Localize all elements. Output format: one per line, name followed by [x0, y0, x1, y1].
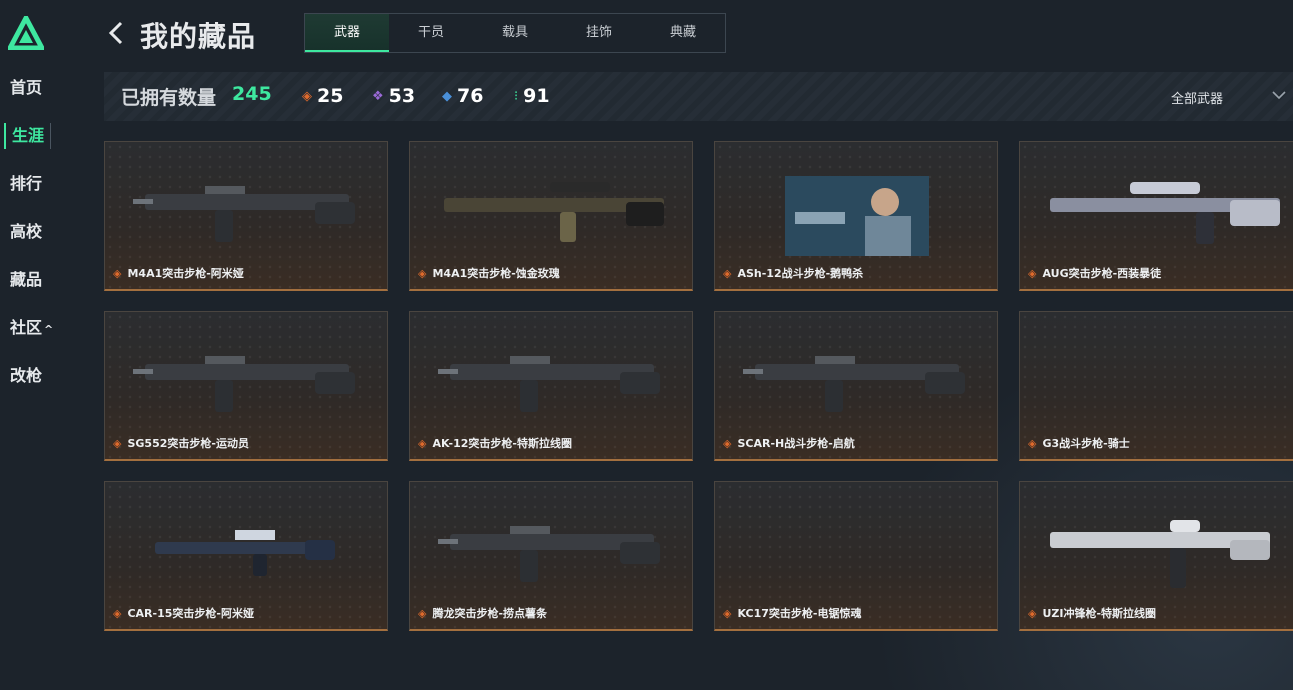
weapon-image — [133, 186, 355, 242]
weapon-card-label: ◈ G3战斗步枪-骑士 — [1028, 435, 1130, 451]
blue-gem-icon: ◆ — [442, 88, 452, 104]
weapon-card[interactable]: ◈ AUG突击步枪-西装暴徒 — [1019, 141, 1293, 291]
owned-count-label: 已拥有数量 — [121, 87, 217, 109]
sidebar-item-college[interactable]: 高校 — [10, 219, 42, 245]
weapon-filter-select[interactable]: 全部武器 — [1171, 88, 1223, 107]
weapon-name: AUG突击步枪-西装暴徒 — [1042, 267, 1162, 280]
tab-charms[interactable]: 挂饰 — [557, 14, 641, 52]
weapon-name: CAR-15突击步枪-阿米娅 — [127, 607, 254, 620]
weapon-image — [1050, 182, 1280, 244]
sidebar-item-ranking[interactable]: 排行 — [10, 171, 42, 197]
weapon-card[interactable]: ◈ KC17突击步枪-电锯惊魂 — [714, 481, 998, 631]
orange-gem-icon: ◈ — [418, 606, 427, 620]
weapon-card-label: ◈ 腾龙突击步枪-捞点薯条 — [418, 605, 547, 621]
weapon-card-label: ◈ ASh-12战斗步枪-鹅鸭杀 — [723, 265, 863, 281]
orange-gem-icon: ◈ — [1028, 606, 1037, 620]
weapon-card-label: ◈ AUG突击步枪-西装暴徒 — [1028, 265, 1161, 281]
weapon-name: M4A1突击步枪-蚀金玫瑰 — [432, 267, 560, 280]
orange-gem-icon: ◈ — [113, 606, 122, 620]
weapon-card[interactable]: ◈ AK-12突击步枪-特斯拉线圈 — [409, 311, 693, 461]
weapon-card-label: ◈ AK-12突击步枪-特斯拉线圈 — [418, 435, 572, 451]
purple-gem-icon: ❖ — [372, 88, 384, 104]
rarity-count-purple: ❖ 53 — [372, 85, 415, 107]
sidebar: 首页 生涯 排行 高校 藏品 社区 ^ 改枪 — [0, 0, 80, 690]
weapon-image — [743, 356, 965, 412]
weapon-card[interactable]: ◈ G3战斗步枪-骑士 — [1019, 311, 1293, 461]
weapon-card-label: ◈ SG552突击步枪-运动员 — [113, 435, 249, 451]
green-gem-icon: ⁝ — [514, 88, 519, 104]
orange-gem-icon: ◈ — [723, 436, 732, 450]
sidebar-item-label: 社区 — [10, 318, 43, 337]
weapon-name: UZI冲锋枪-特斯拉线圈 — [1042, 607, 1157, 620]
weapon-image — [438, 526, 660, 582]
weapon-image — [133, 356, 355, 412]
chevron-down-icon[interactable] — [1271, 89, 1287, 101]
weapon-card-label: ◈ M4A1突击步枪-蚀金玫瑰 — [418, 265, 560, 281]
triangle-logo-icon[interactable] — [8, 16, 44, 50]
tab-vehicles[interactable]: 载具 — [473, 14, 557, 52]
weapon-card[interactable]: ◈ SG552突击步枪-运动员 — [104, 311, 388, 461]
weapon-card[interactable]: ◈ SCAR-H战斗步枪-启航 — [714, 311, 998, 461]
weapon-card-label: ◈ CAR-15突击步枪-阿米娅 — [113, 605, 254, 621]
weapon-image — [1050, 520, 1270, 588]
sidebar-item-community[interactable]: 社区 ^ — [10, 315, 53, 341]
weapon-card[interactable]: ◈ 腾龙突击步枪-捞点薯条 — [409, 481, 693, 631]
weapon-card[interactable]: ◈ CAR-15突击步枪-阿米娅 — [104, 481, 388, 631]
weapon-name: ASh-12战斗步枪-鹅鸭杀 — [737, 267, 864, 280]
weapon-image — [785, 176, 929, 256]
chevron-up-icon: ^ — [44, 323, 54, 336]
weapon-name: SCAR-H战斗步枪-启航 — [737, 437, 855, 450]
weapon-image — [1020, 312, 1293, 432]
weapon-card-label: ◈ UZI冲锋枪-特斯拉线圈 — [1028, 605, 1156, 621]
weapon-name: AK-12突击步枪-特斯拉线圈 — [432, 437, 572, 450]
orange-gem-icon: ◈ — [1028, 436, 1037, 450]
tab-collection[interactable]: 典藏 — [641, 14, 725, 52]
orange-gem-icon: ◈ — [302, 88, 312, 104]
sidebar-item-gunsmith[interactable]: 改枪 — [10, 363, 42, 389]
rarity-count-value: 76 — [457, 85, 484, 107]
owned-count-value: 245 — [232, 83, 272, 105]
orange-gem-icon: ◈ — [113, 436, 122, 450]
weapon-card-label: ◈ SCAR-H战斗步枪-启航 — [723, 435, 855, 451]
weapon-card[interactable]: ◈ M4A1突击步枪-蚀金玫瑰 — [409, 141, 693, 291]
orange-gem-icon: ◈ — [1028, 266, 1037, 280]
weapon-image — [155, 530, 335, 576]
sidebar-item-home[interactable]: 首页 — [10, 75, 42, 101]
orange-gem-icon: ◈ — [723, 606, 732, 620]
weapon-image — [715, 482, 998, 602]
collection-stats-bar: 已拥有数量 245 ◈ 25 ❖ 53 ◆ 76 ⁝ 91 全部武器 — [104, 72, 1293, 121]
weapon-card[interactable]: ◈ M4A1突击步枪-阿米娅 — [104, 141, 388, 291]
rarity-count-green: ⁝ 91 — [514, 85, 550, 107]
weapon-card[interactable]: ◈ ASh-12战斗步枪-鹅鸭杀 — [714, 141, 998, 291]
weapon-card[interactable]: ◈ UZI冲锋枪-特斯拉线圈 — [1019, 481, 1293, 631]
sidebar-item-collection[interactable]: 藏品 — [10, 267, 42, 293]
weapon-image — [444, 182, 664, 242]
rarity-count-value: 53 — [388, 85, 416, 107]
page-title: 我的藏品 — [140, 20, 257, 53]
weapon-name: KC17突击步枪-电锯惊魂 — [737, 607, 862, 620]
weapon-card-label: ◈ M4A1突击步枪-阿米娅 — [113, 265, 244, 281]
orange-gem-icon: ◈ — [418, 266, 427, 280]
orange-gem-icon: ◈ — [723, 266, 732, 280]
weapon-name: M4A1突击步枪-阿米娅 — [127, 267, 244, 280]
rarity-count-blue: ◆ 76 — [442, 85, 483, 107]
weapon-name: SG552突击步枪-运动员 — [127, 437, 249, 450]
rarity-count-value: 25 — [317, 85, 344, 107]
back-chevron-icon[interactable] — [106, 20, 126, 46]
weapon-name: 腾龙突击步枪-捞点薯条 — [432, 607, 548, 620]
orange-gem-icon: ◈ — [113, 266, 122, 280]
tab-operators[interactable]: 干员 — [389, 14, 473, 52]
sidebar-item-career[interactable]: 生涯 — [4, 123, 52, 149]
orange-gem-icon: ◈ — [418, 436, 427, 450]
weapon-card-label: ◈ KC17突击步枪-电锯惊魂 — [723, 605, 861, 621]
weapon-name: G3战斗步枪-骑士 — [1042, 437, 1130, 450]
tab-weapons[interactable]: 武器 — [305, 14, 389, 52]
rarity-count-orange: ◈ 25 — [302, 85, 343, 107]
weapon-image — [438, 356, 660, 412]
rarity-count-value: 91 — [523, 85, 550, 107]
category-tabs: 武器 干员 载具 挂饰 典藏 — [304, 13, 726, 53]
